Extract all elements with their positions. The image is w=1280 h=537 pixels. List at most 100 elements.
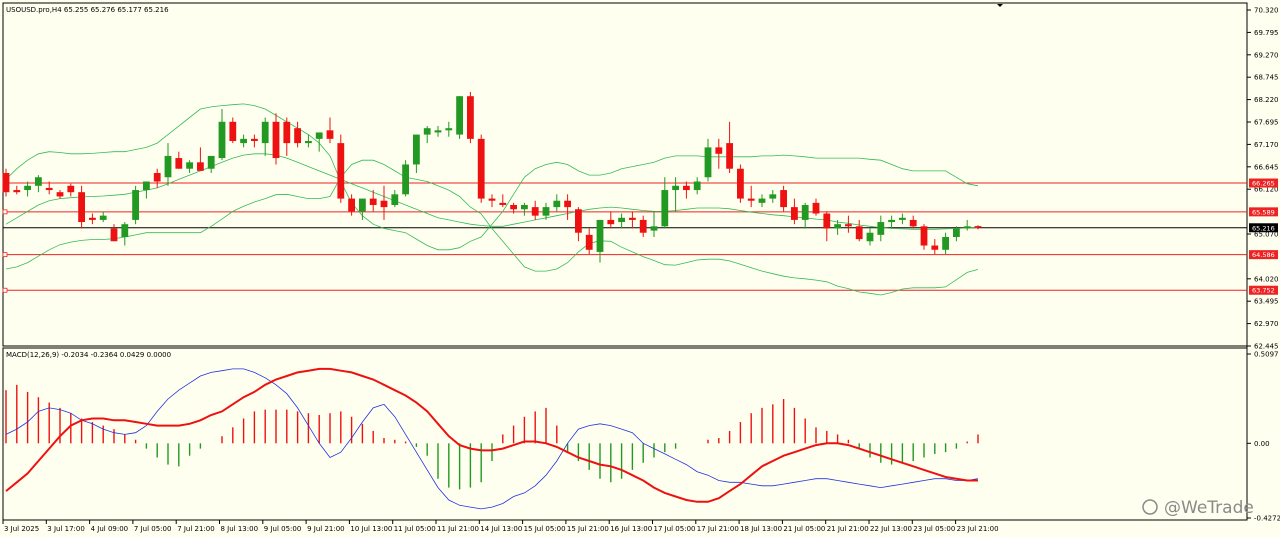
price-tick-label: 66.645 [1254, 163, 1279, 171]
candle-bear [974, 226, 982, 228]
candle-bear [89, 217, 96, 220]
symbol-info: USOUSD.pro,H4 65.255 65.276 65.177 65.21… [6, 6, 169, 14]
time-tick-label: 9 Jul 21:00 [307, 525, 345, 533]
candle-bear [845, 224, 852, 227]
candle-bear [780, 190, 787, 208]
candle-bear [823, 213, 831, 229]
time-tick-label: 4 Jul 09:00 [91, 525, 129, 533]
price-tick-label: 69.270 [1254, 51, 1279, 59]
candle-bull [99, 215, 107, 220]
candle-bull [218, 121, 226, 159]
candle-bull [35, 177, 42, 186]
candle-bear [369, 198, 377, 205]
candle-bull [143, 181, 150, 191]
macd-tick-label: -0.4272 [1254, 515, 1280, 523]
candle-bull [650, 226, 658, 231]
macd-tick-label: 0.5097 [1254, 351, 1279, 359]
macd-info: MACD(12,26,9) -0.2034 -0.2364 0.0429 0.0… [6, 351, 171, 359]
candle-bear [683, 185, 690, 191]
candle-bear [564, 200, 571, 208]
candle-bear [607, 219, 615, 225]
candle-bull [186, 162, 193, 169]
time-tick-label: 11 Jul 21:00 [437, 525, 479, 533]
price-tick-label: 70.320 [1254, 7, 1279, 15]
candle-bear [575, 209, 582, 233]
candle-bull [542, 207, 550, 216]
time-tick-label: 15 Jul 21:00 [567, 525, 609, 533]
level-handle [2, 209, 8, 215]
time-tick-label: 15 Jul 05:00 [524, 525, 566, 533]
candle-bull [877, 222, 885, 235]
time-tick-label: 18 Jul 13:00 [740, 525, 782, 533]
candle-bull [402, 164, 409, 195]
price-tick-label: 62.970 [1254, 320, 1279, 328]
level-price-tag-label: 63.752 [1252, 287, 1275, 295]
candle-bear [477, 138, 485, 199]
time-tick-label: 11 Jul 05:00 [394, 525, 436, 533]
candle-bear [639, 219, 647, 233]
candle-bull [359, 198, 366, 212]
price-tick-label: 67.170 [1254, 141, 1279, 149]
candle-bear [283, 121, 291, 144]
candle-bull [672, 185, 679, 191]
time-tick-label: 16 Jul 13:00 [610, 525, 652, 533]
macd-tick-label: 0.00 [1254, 440, 1270, 448]
candle-bear [931, 245, 939, 250]
time-tick-label: 7 Jul 21:00 [177, 525, 215, 533]
price-tick-label: 62.445 [1254, 343, 1279, 351]
candle-bear [909, 219, 917, 227]
chart-background [0, 0, 1280, 537]
candle-bull [261, 121, 269, 144]
level-price-tag-label: 65.589 [1252, 208, 1275, 216]
time-tick-label: 7 Jul 05:00 [134, 525, 172, 533]
candle-bull [456, 96, 463, 135]
candle-bull [693, 181, 701, 191]
candle-bull [801, 204, 809, 220]
time-tick-label: 8 Jul 13:00 [221, 525, 259, 533]
candle-bear [348, 198, 355, 212]
candle-bear [229, 121, 237, 141]
candle-bear [747, 198, 755, 201]
candle-bear [585, 234, 593, 250]
candle-bull [769, 194, 777, 199]
candle-bear [337, 143, 345, 199]
candle-bull [391, 194, 399, 205]
candle-bull [963, 226, 971, 229]
candle-bear [629, 217, 636, 220]
price-tick-label: 67.695 [1254, 119, 1279, 127]
candle-bear [13, 190, 21, 193]
candle-bull [207, 155, 215, 169]
candle-bear [791, 207, 798, 220]
candle-bull [553, 200, 561, 208]
time-tick-label: 17 Jul 05:00 [654, 525, 696, 533]
candle-bear [272, 121, 280, 159]
candle-bull [704, 147, 712, 178]
candle-bull [596, 219, 604, 252]
candle-bull [315, 132, 323, 139]
trading-chart[interactable]: USOUSD.pro,H4 65.255 65.276 65.177 65.21… [0, 0, 1280, 537]
candle-bear [67, 185, 75, 193]
candle-bull [121, 224, 129, 237]
candle-bull [240, 138, 247, 144]
candle-bear [467, 96, 474, 139]
price-tick-label: 68.220 [1254, 96, 1279, 104]
time-tick-label: 23 Jul 05:00 [913, 525, 955, 533]
candle-bear [499, 202, 507, 205]
candle-bull [413, 134, 420, 165]
time-tick-label: 21 Jul 21:00 [827, 525, 869, 533]
price-tick-label: 63.495 [1254, 298, 1279, 306]
time-tick-label: 3 Jul 2025 [4, 525, 39, 533]
candle-bear [175, 158, 183, 169]
current-price-tag-label: 65.216 [1252, 224, 1275, 232]
candle-bull [521, 204, 528, 210]
candle-bull [899, 217, 906, 220]
candle-bull [305, 140, 312, 144]
candle-bear [737, 168, 744, 199]
candle-bear [920, 226, 928, 246]
time-tick-label: 3 Jul 17:00 [47, 525, 85, 533]
candle-bear [294, 128, 301, 144]
candle-bear [326, 130, 334, 139]
time-tick-label: 22 Jul 13:00 [870, 525, 912, 533]
candle-bear [855, 226, 863, 240]
candle-bull [953, 228, 960, 237]
